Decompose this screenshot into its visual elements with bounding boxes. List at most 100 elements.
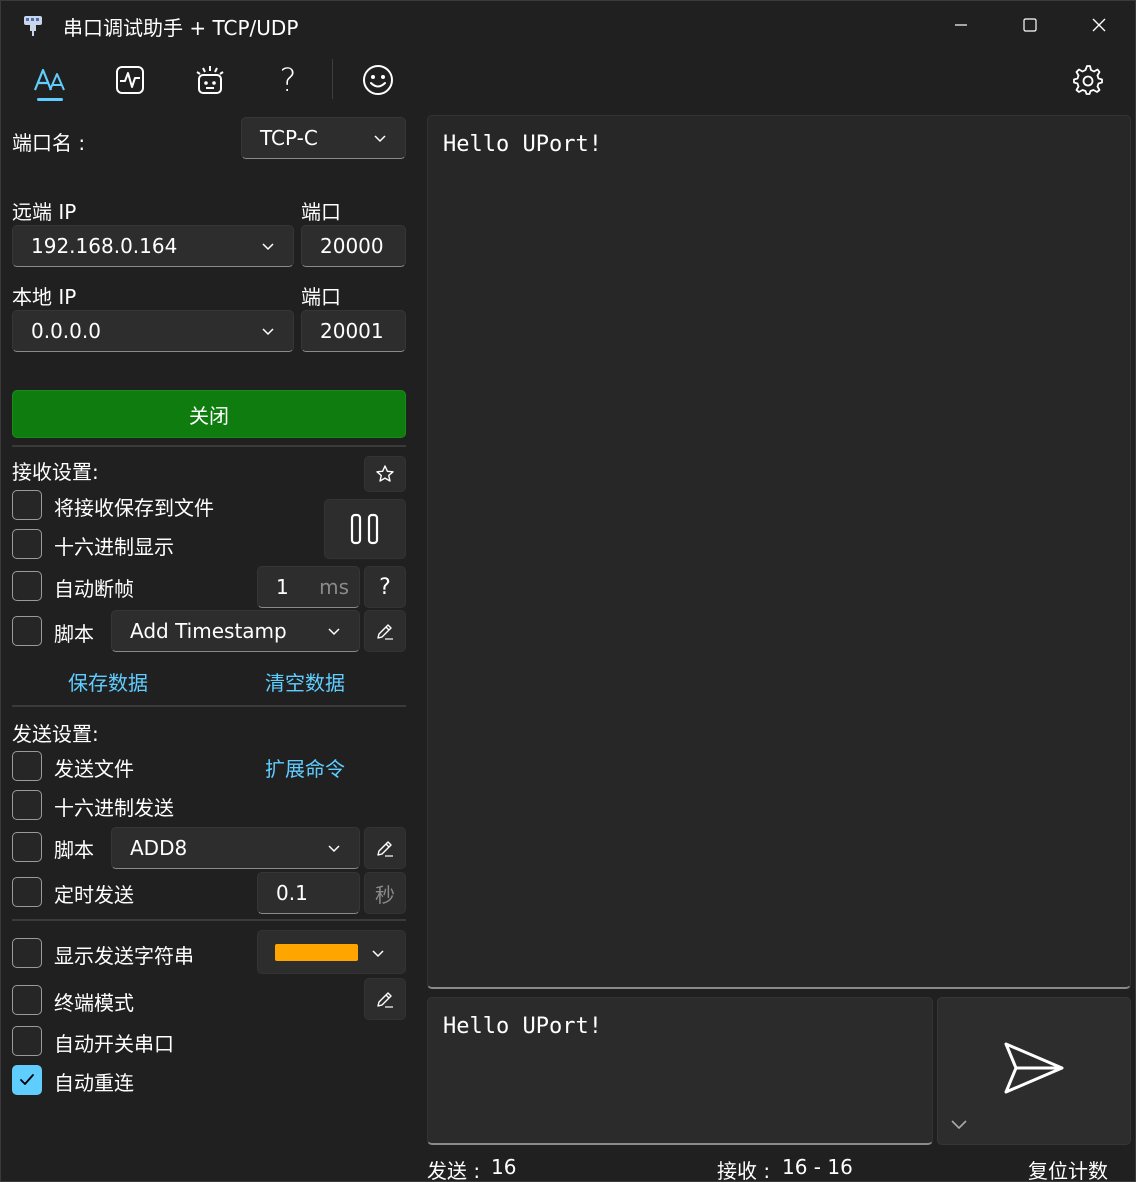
show-send-string-checkbox[interactable] bbox=[12, 938, 42, 968]
terminal-mode-edit-button[interactable] bbox=[364, 978, 406, 1020]
send-script-checkbox[interactable] bbox=[12, 832, 42, 862]
auto-frame-value: 1 bbox=[276, 575, 289, 599]
chevron-down-icon bbox=[372, 950, 384, 958]
effects-icon bbox=[196, 66, 224, 94]
send-text-area[interactable]: Hello UPort! bbox=[427, 997, 933, 1145]
pen-icon bbox=[377, 992, 393, 1008]
terminal-mode-label: 终端模式 bbox=[54, 991, 134, 1015]
divider bbox=[12, 919, 406, 921]
timed-send-value: 0.1 bbox=[276, 881, 308, 905]
help-tab[interactable]: ? bbox=[263, 57, 313, 103]
emoji-icon bbox=[363, 65, 393, 95]
receive-script-checkbox[interactable] bbox=[12, 616, 42, 646]
auto-reconnect-checkbox[interactable] bbox=[12, 1065, 42, 1095]
hex-display-checkbox[interactable] bbox=[12, 529, 42, 559]
received-count-label: 接收 : bbox=[717, 1159, 771, 1182]
send-content: Hello UPort! bbox=[443, 1014, 602, 1039]
port-name-label: 端口名 : bbox=[12, 131, 86, 155]
port-name-value: TCP-C bbox=[260, 126, 318, 150]
save-to-file-label: 将接收保存到文件 bbox=[54, 496, 214, 520]
receive-script-select[interactable]: Add Timestamp bbox=[111, 610, 360, 652]
send-icon bbox=[1004, 1042, 1064, 1094]
pen-icon bbox=[377, 841, 393, 857]
app-window: 串口调试助手 + TCP/UDP ? 端口名: TCP-C 远端 IP 端口 … bbox=[0, 0, 1136, 1182]
local-ip-select[interactable]: 0.0.0.0 bbox=[12, 310, 294, 352]
close-window-button[interactable] bbox=[1065, 1, 1133, 49]
clear-data-link[interactable]: 清空数据 bbox=[265, 667, 345, 696]
auto-open-close-checkbox[interactable] bbox=[12, 1026, 42, 1056]
hex-send-label: 十六进制发送 bbox=[54, 796, 174, 820]
font-settings-tab[interactable] bbox=[25, 57, 75, 103]
receive-script-value: Add Timestamp bbox=[130, 619, 287, 643]
local-port-label: 端口 bbox=[301, 285, 341, 309]
port-name-select[interactable]: TCP-C bbox=[241, 117, 406, 159]
waveform-tab[interactable] bbox=[105, 57, 155, 103]
sent-count-label: 发送 : bbox=[427, 1159, 481, 1182]
emoji-tab[interactable] bbox=[353, 57, 403, 103]
send-button[interactable] bbox=[937, 997, 1131, 1145]
send-string-color-picker[interactable] bbox=[257, 930, 406, 974]
pause-button[interactable] bbox=[324, 499, 406, 559]
close-icon bbox=[1092, 18, 1106, 32]
send-script-edit-button[interactable] bbox=[364, 827, 406, 869]
send-file-checkbox[interactable] bbox=[12, 751, 42, 781]
favorite-button[interactable] bbox=[364, 456, 406, 492]
local-ip-value: 0.0.0.0 bbox=[31, 319, 101, 343]
send-script-select[interactable]: ADD8 bbox=[111, 827, 360, 869]
receive-script-label: 脚本 bbox=[54, 622, 94, 646]
timed-send-label: 定时发送 bbox=[54, 883, 134, 907]
remote-port-value: 20000 bbox=[320, 234, 384, 258]
local-port-value: 20001 bbox=[320, 319, 384, 343]
receive-text-area[interactable]: Hello UPort! bbox=[427, 115, 1131, 989]
auto-open-close-label: 自动开关串口 bbox=[54, 1032, 174, 1056]
save-to-file-checkbox[interactable] bbox=[12, 490, 42, 520]
toolbar-separator bbox=[332, 59, 333, 99]
send-script-label: 脚本 bbox=[54, 838, 94, 862]
auto-frame-help-button[interactable]: ? bbox=[364, 566, 406, 608]
reset-counter-link[interactable]: 复位计数 bbox=[1028, 1155, 1108, 1182]
effects-tab[interactable] bbox=[185, 57, 235, 103]
active-tab-indicator bbox=[37, 98, 63, 101]
terminal-mode-checkbox[interactable] bbox=[12, 985, 42, 1015]
send-settings-header: 发送设置: bbox=[12, 722, 99, 746]
show-send-string-label: 显示发送字符串 bbox=[54, 944, 194, 968]
help-icon: ? bbox=[279, 61, 297, 99]
close-connection-button[interactable]: 关闭 bbox=[12, 390, 406, 438]
color-swatch bbox=[275, 944, 358, 961]
chevron-down-icon bbox=[328, 845, 340, 853]
extend-command-link[interactable]: 扩展命令 bbox=[265, 753, 345, 782]
hex-display-label: 十六进制显示 bbox=[54, 535, 174, 559]
chevron-down-icon bbox=[262, 328, 274, 336]
remote-port-input[interactable]: 20000 bbox=[301, 225, 406, 267]
minimize-button[interactable] bbox=[927, 1, 995, 49]
chevron-down-icon bbox=[262, 243, 274, 251]
gear-icon bbox=[1073, 65, 1103, 95]
timed-send-input[interactable]: 0.1 bbox=[257, 872, 360, 914]
divider bbox=[12, 705, 406, 707]
title-bar: 串口调试助手 + TCP/UDP bbox=[1, 1, 1136, 49]
help-icon: ? bbox=[379, 574, 391, 600]
star-icon bbox=[376, 465, 394, 482]
waveform-icon bbox=[116, 66, 144, 94]
maximize-icon bbox=[1023, 18, 1037, 32]
hex-send-checkbox[interactable] bbox=[12, 790, 42, 820]
save-data-link[interactable]: 保存数据 bbox=[68, 667, 148, 696]
maximize-button[interactable] bbox=[996, 1, 1064, 49]
remote-port-label: 端口 bbox=[301, 200, 341, 224]
sent-count-value: 16 bbox=[491, 1155, 517, 1179]
receive-content: Hello UPort! bbox=[443, 132, 602, 157]
minimize-icon bbox=[955, 24, 967, 26]
timed-send-checkbox[interactable] bbox=[12, 877, 42, 907]
auto-frame-checkbox[interactable] bbox=[12, 571, 42, 601]
settings-button[interactable] bbox=[1063, 57, 1113, 103]
serial-port-app-icon bbox=[21, 13, 45, 37]
chevron-down-icon bbox=[374, 135, 386, 143]
send-script-value: ADD8 bbox=[130, 836, 188, 860]
pen-icon bbox=[377, 624, 393, 640]
local-port-input[interactable]: 20001 bbox=[301, 310, 406, 352]
receive-script-edit-button[interactable] bbox=[364, 610, 406, 652]
auto-frame-unit: ms bbox=[319, 575, 349, 599]
auto-frame-input[interactable]: 1 ms bbox=[257, 566, 360, 608]
received-count-value: 16 - 16 bbox=[782, 1155, 853, 1179]
remote-ip-select[interactable]: 192.168.0.164 bbox=[12, 225, 294, 267]
